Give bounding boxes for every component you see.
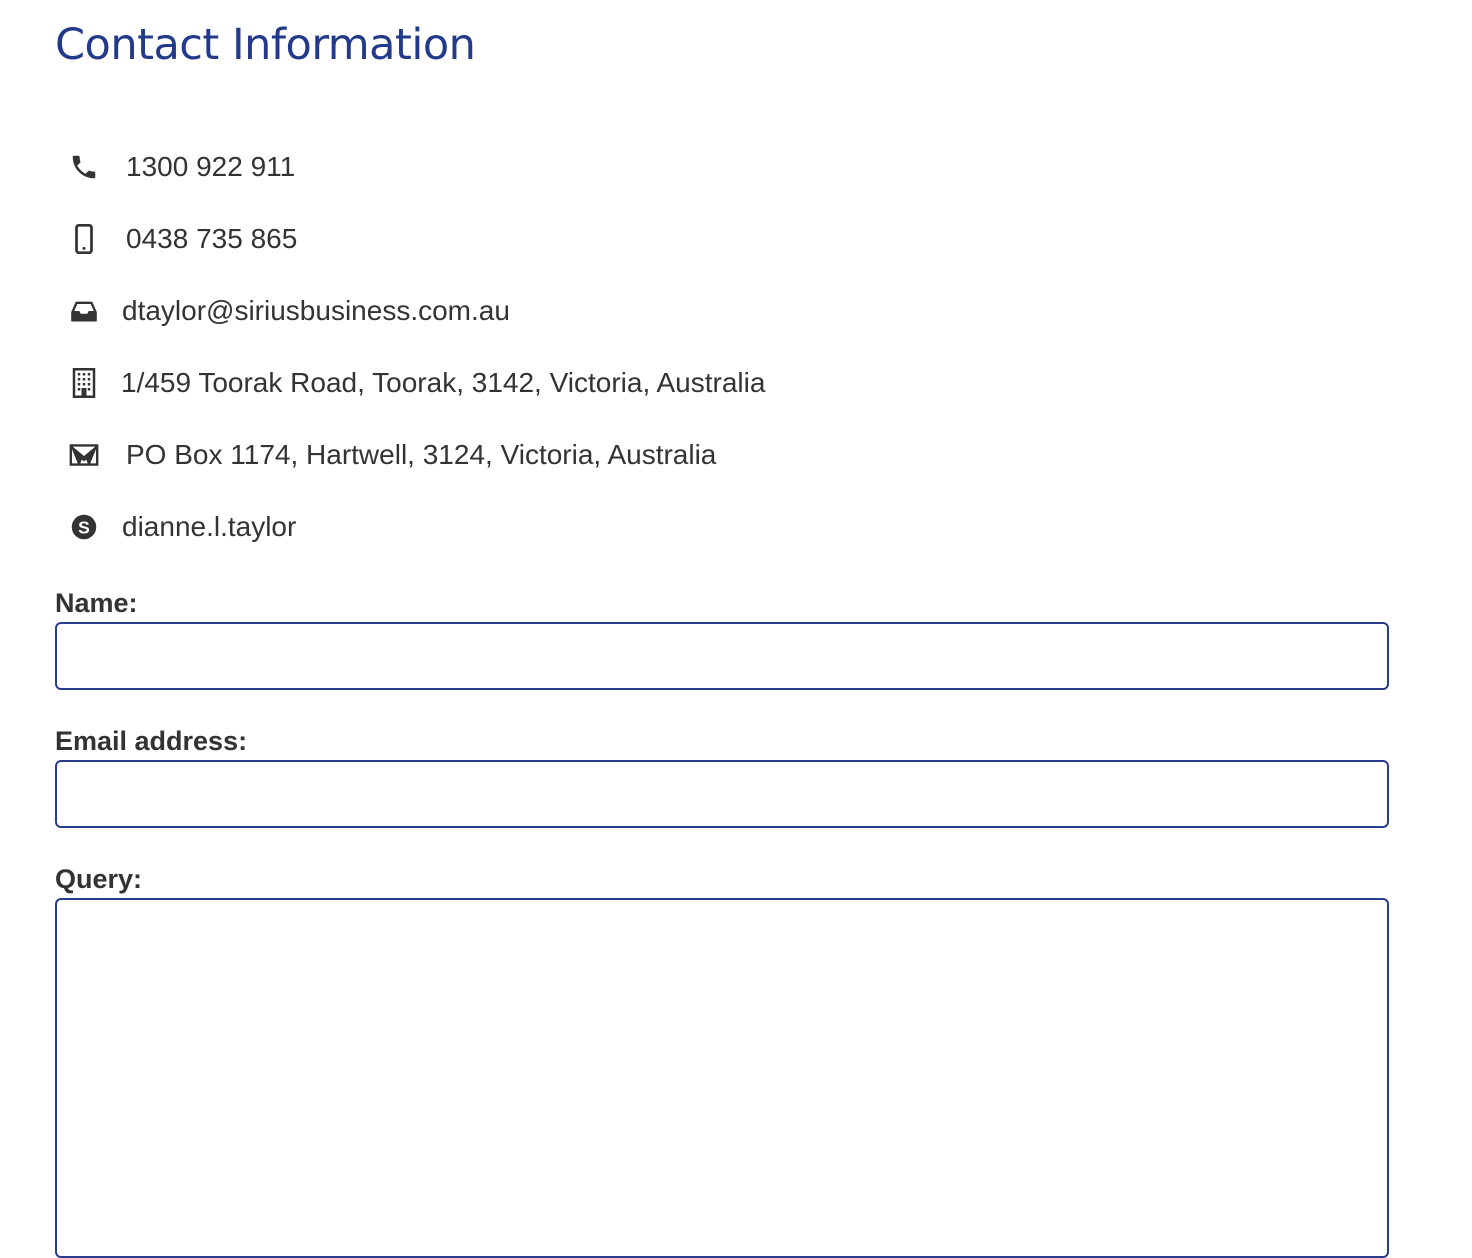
contact-email: dtaylor@siriusbusiness.com.au [66, 291, 510, 331]
mobile-number[interactable]: 0438 735 865 [126, 219, 297, 259]
page-title: Contact Information [55, 20, 476, 70]
contact-street-address: 1/459 Toorak Road, Toorak, 3142, Victori… [66, 363, 765, 403]
contact-phone: 1300 922 911 [66, 147, 295, 187]
mobile-phone-icon [66, 221, 102, 257]
street-address: 1/459 Toorak Road, Toorak, 3142, Victori… [121, 367, 766, 398]
postal-address: PO Box 1174, Hartwell, 3124, Victoria, A… [126, 439, 717, 470]
email-address-link[interactable]: dtaylor@siriusbusiness.com.au [122, 291, 510, 331]
contact-mobile: 0438 735 865 [66, 219, 297, 259]
phone-icon [66, 149, 102, 185]
svg-text:S: S [78, 517, 90, 537]
contact-skype: S dianne.l.taylor [66, 507, 296, 547]
name-input[interactable] [55, 622, 1389, 690]
envelope-icon [66, 437, 102, 473]
inbox-icon [66, 293, 102, 329]
email-label: Email address: [55, 726, 248, 756]
query-label: Query: [55, 864, 143, 894]
query-textarea[interactable] [55, 898, 1389, 1258]
building-icon [66, 365, 102, 401]
name-label: Name: [55, 588, 138, 618]
skype-icon: S [66, 509, 102, 545]
phone-number[interactable]: 1300 922 911 [126, 147, 295, 187]
contact-postal-address: PO Box 1174, Hartwell, 3124, Victoria, A… [66, 435, 716, 475]
skype-username[interactable]: dianne.l.taylor [122, 507, 296, 547]
email-input[interactable] [55, 760, 1389, 828]
